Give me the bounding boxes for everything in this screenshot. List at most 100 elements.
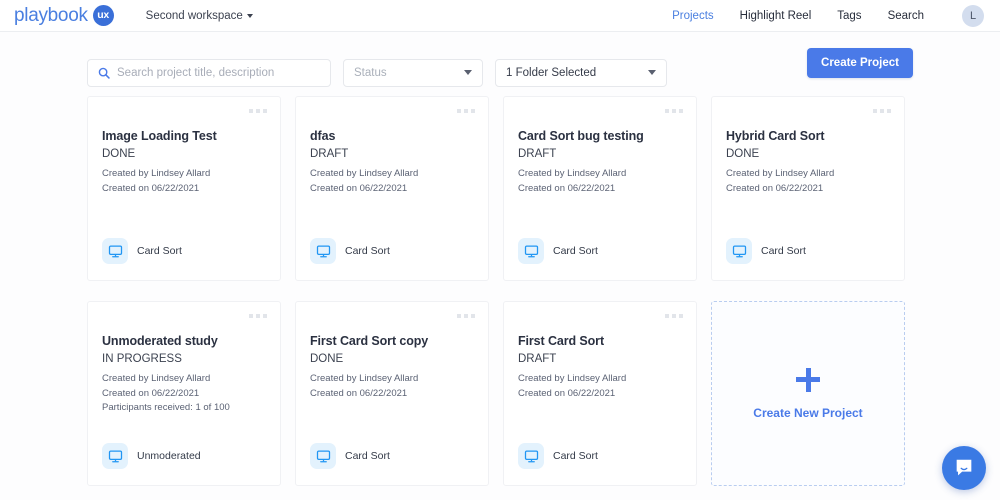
project-type-icon-wrap — [102, 443, 128, 469]
nav-item-projects[interactable]: Projects — [672, 10, 714, 22]
project-type-label: Card Sort — [137, 245, 182, 257]
project-status: DONE — [726, 148, 760, 160]
workspace-selector[interactable]: Second workspace — [146, 10, 253, 22]
project-type-label: Unmoderated — [137, 450, 201, 462]
project-meta: Created by Lindsey Allard Created on 06/… — [726, 167, 890, 196]
create-new-project-card[interactable]: Create New Project — [711, 301, 905, 486]
card-overflow-menu-icon[interactable] — [249, 109, 267, 113]
project-type-label: Card Sort — [345, 450, 390, 462]
card-overflow-menu-icon[interactable] — [249, 314, 267, 318]
project-title: Image Loading Test — [102, 129, 217, 143]
project-created-by: Created by Lindsey Allard — [310, 168, 419, 179]
project-type-icon-wrap — [518, 238, 544, 264]
project-type: Card Sort — [518, 443, 682, 469]
avatar[interactable]: L — [962, 4, 984, 27]
plus-icon — [796, 367, 820, 392]
project-created-on: Created on 06/22/2021 — [726, 182, 824, 194]
project-card[interactable]: First Card Sort copy DONE Created by Lin… — [295, 301, 489, 486]
nav-item-tags[interactable]: Tags — [837, 10, 861, 22]
project-meta: Created by Lindsey Allard Created on 06/… — [102, 372, 266, 416]
project-meta: Created by Lindsey Allard Created on 06/… — [518, 372, 682, 401]
project-type-label: Card Sort — [761, 245, 806, 257]
monitor-icon — [524, 449, 538, 462]
project-status: DRAFT — [310, 148, 349, 160]
app-header: playbook ux Second workspace Projects Hi… — [0, 0, 1000, 32]
folder-filter-label: 1 Folder Selected — [506, 66, 597, 79]
project-type: Card Sort — [518, 238, 682, 264]
project-card[interactable]: dfas DRAFT Created by Lindsey Allard Cre… — [295, 96, 489, 281]
project-card[interactable]: First Card Sort DRAFT Created by Lindsey… — [503, 301, 697, 486]
chevron-down-icon — [464, 70, 472, 75]
primary-nav: Projects Highlight Reel Tags Search L — [672, 4, 984, 27]
project-type-label: Card Sort — [553, 245, 598, 257]
project-type: Unmoderated — [102, 443, 266, 469]
status-filter-select[interactable]: Status — [343, 58, 483, 87]
search-placeholder: Search project title, description — [117, 66, 275, 79]
chevron-down-icon — [648, 70, 656, 75]
monitor-icon — [524, 244, 538, 257]
project-type: Card Sort — [310, 238, 474, 264]
monitor-icon — [732, 244, 746, 257]
project-title: First Card Sort copy — [310, 334, 429, 348]
project-card[interactable]: Card Sort bug testing DRAFT Created by L… — [503, 96, 697, 281]
project-meta: Created by Lindsey Allard Created on 06/… — [310, 372, 474, 401]
card-overflow-menu-icon[interactable] — [665, 109, 683, 113]
project-created-on: Created on 06/22/2021 — [518, 387, 616, 399]
project-created-on: Created on 06/22/2021 — [310, 387, 408, 399]
card-overflow-menu-icon[interactable] — [873, 109, 891, 113]
create-new-project-label: Create New Project — [753, 405, 863, 420]
project-card[interactable]: Unmoderated study IN PROGRESS Created by… — [87, 301, 281, 486]
search-input[interactable]: Search project title, description — [87, 58, 331, 87]
project-created-by: Created by Lindsey Allard — [518, 373, 627, 384]
monitor-icon — [316, 244, 330, 257]
project-type: Card Sort — [726, 238, 890, 264]
card-overflow-menu-icon[interactable] — [457, 314, 475, 318]
project-type-icon-wrap — [726, 238, 752, 264]
project-title: Hybrid Card Sort — [726, 129, 825, 143]
project-card[interactable]: Hybrid Card Sort DONE Created by Lindsey… — [711, 96, 905, 281]
nav-item-highlight-reel[interactable]: Highlight Reel — [740, 10, 812, 22]
card-overflow-menu-icon[interactable] — [665, 314, 683, 318]
project-type-icon-wrap — [518, 443, 544, 469]
project-type-label: Card Sort — [553, 450, 598, 462]
workspace-label: Second workspace — [145, 9, 243, 22]
folder-filter-select[interactable]: 1 Folder Selected — [495, 58, 667, 87]
project-type: Card Sort — [310, 443, 474, 469]
project-created-by: Created by Lindsey Allard — [102, 168, 211, 179]
chat-launcher-button[interactable] — [942, 446, 986, 490]
project-grid: Image Loading Test DONE Created by Linds… — [87, 96, 913, 486]
project-card[interactable]: Image Loading Test DONE Created by Linds… — [87, 96, 281, 281]
project-type-icon-wrap — [310, 443, 336, 469]
monitor-icon — [108, 244, 122, 257]
project-title: dfas — [310, 129, 336, 143]
logo[interactable]: playbook ux — [14, 5, 114, 26]
project-title: Unmoderated study — [102, 334, 218, 348]
card-overflow-menu-icon[interactable] — [457, 109, 475, 113]
project-title: First Card Sort — [518, 334, 605, 348]
project-created-on: Created on 06/22/2021 — [518, 182, 616, 194]
create-project-button[interactable]: Create Project — [807, 48, 913, 78]
logo-ux-badge: ux — [92, 5, 114, 26]
project-type-icon-wrap — [310, 238, 336, 264]
chevron-down-icon — [246, 13, 253, 18]
project-status: IN PROGRESS — [102, 353, 182, 365]
monitor-icon — [316, 449, 330, 462]
project-created-on: Created on 06/22/2021 — [102, 387, 200, 399]
search-icon — [98, 67, 110, 79]
project-created-by: Created by Lindsey Allard — [310, 373, 419, 384]
monitor-icon — [108, 449, 122, 462]
project-status: DONE — [310, 353, 344, 365]
project-created-by: Created by Lindsey Allard — [518, 168, 627, 179]
project-meta: Created by Lindsey Allard Created on 06/… — [102, 167, 266, 196]
status-filter-label: Status — [354, 66, 387, 79]
project-type-label: Card Sort — [345, 245, 390, 257]
project-created-on: Created on 06/22/2021 — [310, 182, 408, 194]
project-status: DONE — [102, 148, 136, 160]
project-participants: Participants received: 1 of 100 — [102, 402, 230, 414]
logo-wordmark: playbook — [14, 5, 88, 26]
project-created-by: Created by Lindsey Allard — [726, 168, 835, 179]
project-status: DRAFT — [518, 353, 557, 365]
nav-item-search[interactable]: Search — [888, 10, 924, 22]
project-meta: Created by Lindsey Allard Created on 06/… — [310, 167, 474, 196]
project-meta: Created by Lindsey Allard Created on 06/… — [518, 167, 682, 196]
